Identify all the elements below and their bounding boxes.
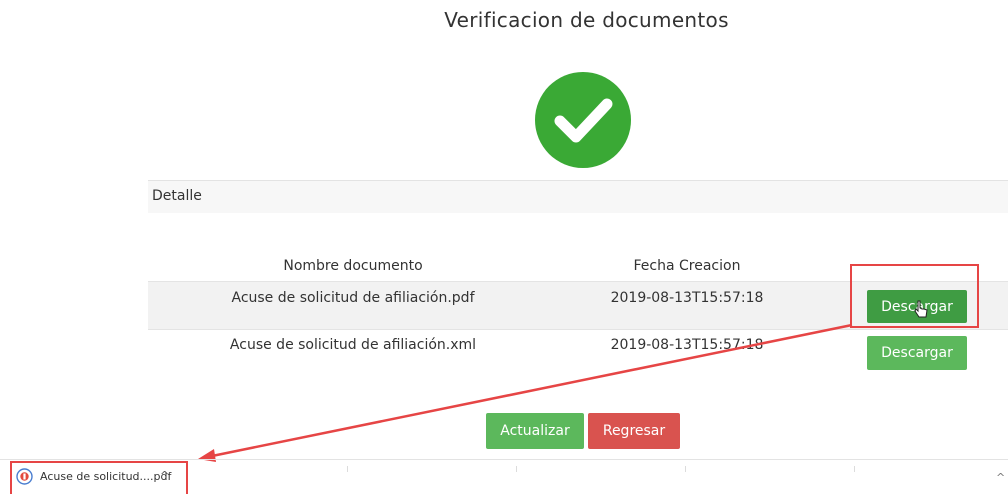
annotation-arrow: [198, 323, 853, 462]
download-bar-divider: [0, 459, 1008, 460]
download-bar-separator: [685, 466, 686, 472]
downloaded-file-item[interactable]: Acuse de solicitud....pdf ^: [14, 466, 180, 488]
downloaded-file-name: Acuse de solicitud....pdf: [40, 470, 172, 483]
pdf-file-icon: [16, 468, 33, 489]
download-bar-separator: [516, 466, 517, 472]
download-bar-chevron-icon[interactable]: ^: [996, 471, 1005, 484]
download-bar-separator: [854, 466, 855, 472]
download-bar-separator: [347, 466, 348, 472]
chevron-up-icon[interactable]: ^: [160, 469, 169, 482]
